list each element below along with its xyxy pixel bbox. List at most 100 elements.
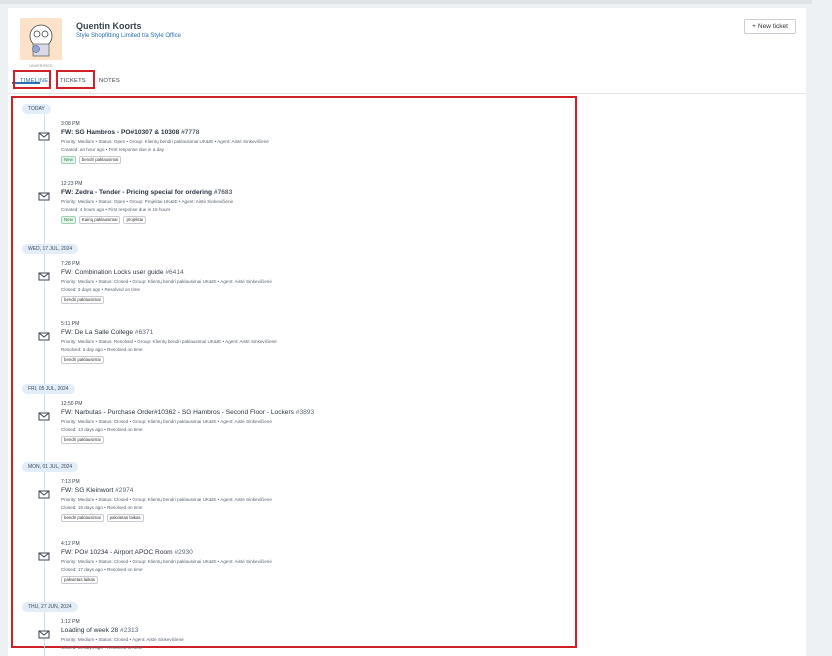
top-bar <box>0 0 832 4</box>
status-badge: New <box>61 156 76 164</box>
ticket-number[interactable]: #3893 <box>296 409 314 416</box>
status-badge: New <box>61 216 76 224</box>
ticket-status-line: Closed: 19 days ago • Resolved on time <box>61 505 143 510</box>
ticket-number[interactable]: #6414 <box>165 269 183 276</box>
envelope-icon <box>38 332 50 341</box>
ticket-title[interactable]: FW: Narbutas - Purchase Order#10362 - SG… <box>61 408 561 418</box>
ticket-time: 1:12 PM <box>61 619 80 625</box>
ticket-status-line: Closed: 3 days ago • Resolved on time <box>61 287 140 292</box>
tag-chip: bendri paklausimai <box>61 356 104 364</box>
envelope-icon <box>38 552 50 561</box>
ticket-entry: 4:12 PM FW: PO# 10234 - Airport APOC Room… <box>61 540 561 586</box>
ticket-tags: bendri paklausimai <box>61 356 561 366</box>
ticket-status-line: Closed: 13 days ago • Resolved on time <box>61 427 143 432</box>
ticket-time: 3:08 PM <box>61 121 80 127</box>
ticket-number[interactable]: #6371 <box>135 329 153 336</box>
timeline-line <box>44 104 45 656</box>
ticket-subject[interactable]: Loading of week 28 <box>61 627 118 634</box>
ticket-time: 4:12 PM <box>61 541 80 547</box>
date-pill: MON, 01 JUL, 2024 <box>22 462 79 472</box>
avatar-caption: UNVERIFIED <box>29 64 53 68</box>
tab-notes[interactable]: NOTES <box>99 78 120 84</box>
ticket-tags: bendri paklausimai <box>61 436 561 446</box>
envelope-icon <box>38 272 50 281</box>
tag-chip: bendri paklausimai <box>61 296 104 304</box>
ticket-time: 7:13 PM <box>61 479 80 485</box>
ticket-title[interactable]: Loading of week 28 #2313 <box>61 626 561 636</box>
ticket-subject[interactable]: FW: SG Hambros - PO#10307 & 10308 <box>61 129 179 136</box>
ticket-number[interactable]: #7683 <box>214 189 232 196</box>
tag-chip: pakvietas laikas <box>61 576 98 584</box>
ticket-properties: Priority: Medium • Status: Closed • Grou… <box>61 419 272 424</box>
ticket-entry: 7:13 PM FW: SG Kleinwort #2974 Priority: M… <box>61 478 561 524</box>
ticket-properties: Priority: Medium • Status: Open • Group:… <box>61 139 269 144</box>
ticket-entry: 3:08 PM FW: SG Hambros - PO#10307 & 10308… <box>61 120 561 166</box>
envelope-icon <box>38 630 50 639</box>
ticket-number[interactable]: #2974 <box>115 487 133 494</box>
ticket-time: 5:11 PM <box>61 321 80 327</box>
date-pill: FRI, 05 JUL, 2024 <box>22 384 75 394</box>
tab-bar: TIMELINE TICKETS NOTES <box>8 72 806 92</box>
new-ticket-button[interactable]: + New ticket <box>744 19 796 34</box>
avatar-illustration <box>20 18 62 60</box>
ticket-properties: Priority: Medium • Status: Open • Group:… <box>61 199 234 204</box>
ticket-number[interactable]: #2930 <box>175 549 193 556</box>
ticket-number[interactable]: #2313 <box>120 627 138 634</box>
ticket-title[interactable]: FW: SG Kleinwort #2974 <box>61 486 561 496</box>
tag-chip: projektai <box>123 216 147 224</box>
avatar <box>20 18 62 60</box>
ticket-status-line: Closed: 20 days ago • Resolved on time <box>61 645 143 650</box>
ticket-entry: 7:28 PM FW: Combination Locks user guide … <box>61 260 561 306</box>
tag-chip: pakvietas laikas <box>106 514 144 522</box>
ticket-title[interactable]: FW: Combination Locks user guide #6414 <box>61 268 561 278</box>
ticket-properties: Priority: Medium • Status: Closed • Grou… <box>61 497 272 502</box>
envelope-icon <box>38 412 50 421</box>
ticket-properties: Priority: Medium • Status: Closed • Agen… <box>61 637 184 642</box>
date-pill: THU, 27 JUN, 2024 <box>22 602 78 612</box>
ticket-tags: pakvietas laikas <box>61 576 561 586</box>
ticket-subject[interactable]: FW: PO# 10234 - Airport APOC Room <box>61 549 173 556</box>
ticket-title[interactable]: FW: SG Hambros - PO#10307 & 10308 #7778 <box>61 128 561 138</box>
ticket-subject[interactable]: FW: SG Kleinwort <box>61 487 113 494</box>
date-pill: WED, 17 JUL, 2024 <box>22 244 79 254</box>
ticket-properties: Priority: Medium • Status: Closed • Grou… <box>61 559 272 564</box>
ticket-tags: New bendri paklausimai <box>61 156 561 166</box>
ticket-time: 12:50 PM <box>61 401 83 407</box>
ticket-tags: bendri paklausimai pakvietas laikas <box>61 514 561 524</box>
ticket-entry: 5:11 PM FW: De La Salle College #6371 Prio… <box>61 320 561 366</box>
ticket-status-line: Resolved: a day ago • Resolved on time <box>61 347 143 352</box>
plus-icon: + <box>752 23 756 30</box>
tag-chip: Kainų paklausimai <box>78 216 121 224</box>
envelope-icon <box>38 490 50 499</box>
active-tab-indicator <box>12 82 40 84</box>
ticket-status-line: Created: an hour ago • First response du… <box>61 147 164 152</box>
scrollbar-track[interactable] <box>812 0 832 656</box>
ticket-time: 7:28 PM <box>61 261 80 267</box>
ticket-tags: bendri paklausimai <box>61 296 561 306</box>
ticket-status-line: Closed: 17 days ago • Resolved on time <box>61 567 143 572</box>
tab-tickets[interactable]: TICKETS <box>60 78 86 84</box>
ticket-properties: Priority: Medium • Status: Closed • Grou… <box>61 279 272 284</box>
contact-name: Quentin Koorts <box>76 21 142 31</box>
tag-chip: bendri paklausimai <box>61 436 104 444</box>
ticket-title[interactable]: FW: De La Salle College #6371 <box>61 328 561 338</box>
ticket-title[interactable]: FW: Zedra - Tender - Pricing special for… <box>61 188 561 198</box>
date-pill: TODAY <box>22 104 51 114</box>
ticket-properties: Priority: Medium • Status: Resolved • Gr… <box>61 339 277 344</box>
ticket-entry: 12:23 PM FW: Zedra - Tender - Pricing spe… <box>61 180 561 226</box>
contact-header: UNVERIFIED Quentin Koorts Style Shopfitt… <box>8 8 806 94</box>
ticket-entry: 1:12 PM Loading of week 28 #2313 Priority:… <box>61 618 561 652</box>
ticket-status-line: Created: 4 hours ago • First response du… <box>61 207 171 212</box>
ticket-time: 12:23 PM <box>61 181 83 187</box>
ticket-subject[interactable]: FW: Zedra - Tender - Pricing special for… <box>61 189 212 196</box>
ticket-subject[interactable]: FW: De La Salle College <box>61 329 133 336</box>
ticket-title[interactable]: FW: PO# 10234 - Airport APOC Room #2930 <box>61 548 561 558</box>
tag-chip: bendri paklausimai <box>78 156 122 164</box>
ticket-subject[interactable]: FW: Combination Locks user guide <box>61 269 164 276</box>
new-ticket-label: New ticket <box>757 23 788 30</box>
ticket-number[interactable]: #7778 <box>181 129 199 136</box>
envelope-icon <box>38 132 50 141</box>
ticket-subject[interactable]: FW: Narbutas - Purchase Order#10362 - SG… <box>61 409 294 416</box>
company-link[interactable]: Style Shopfitting Limited t/a Style Offi… <box>76 33 181 39</box>
tag-chip: bendri paklausimai <box>61 514 104 522</box>
